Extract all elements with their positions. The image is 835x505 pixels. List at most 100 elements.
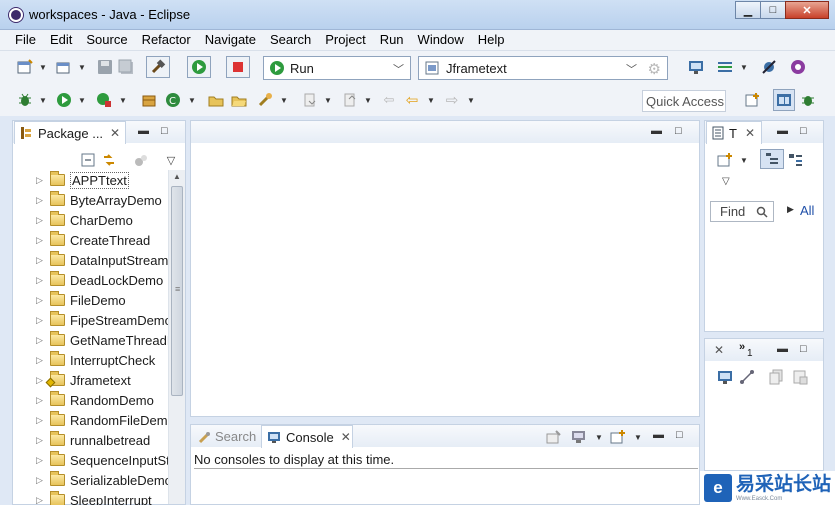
list-item[interactable]: ▷ FileDemo: [13, 290, 126, 310]
terminate-icon[interactable]: [226, 56, 250, 78]
expand-icon[interactable]: ▷: [36, 495, 46, 505]
list-item[interactable]: ▷ APPTtext: [13, 170, 129, 190]
maximize-icon[interactable]: □: [800, 125, 807, 137]
java-perspective-icon[interactable]: [773, 89, 795, 111]
scroll-thumb[interactable]: ≡: [171, 186, 183, 396]
run-dropdown-icon[interactable]: ▼: [78, 96, 86, 105]
display-icon[interactable]: [717, 369, 733, 385]
minimize-icon[interactable]: ▬: [651, 125, 662, 137]
list-item[interactable]: ▷ runnalbetread: [13, 430, 150, 450]
menu-project[interactable]: Project: [318, 30, 372, 50]
menu-edit[interactable]: Edit: [43, 30, 79, 50]
view-menu-icon[interactable]: ▽: [722, 176, 730, 187]
paste-icon[interactable]: [792, 369, 808, 385]
task-dropdown-icon[interactable]: ▼: [740, 63, 748, 72]
new-class-dropdown-icon[interactable]: ▼: [188, 96, 196, 105]
forward-dropdown-icon[interactable]: ▼: [467, 96, 475, 105]
expand-icon[interactable]: ▷: [36, 295, 46, 306]
close-icon[interactable]: ✕: [745, 126, 755, 140]
back-dropdown-icon[interactable]: ▼: [427, 96, 435, 105]
coverage-icon[interactable]: [96, 92, 112, 108]
find-input[interactable]: Find: [710, 201, 774, 222]
run-last-icon[interactable]: [56, 92, 72, 108]
prev-annotation-dropdown-icon[interactable]: ▼: [364, 96, 372, 105]
expand-icon[interactable]: ▷: [36, 255, 46, 266]
git-icon[interactable]: [790, 59, 806, 75]
expand-icon[interactable]: ▷: [36, 395, 46, 406]
open-console-dropdown-icon[interactable]: ▼: [634, 433, 642, 442]
new-package-icon[interactable]: [141, 92, 157, 108]
open-task-dropdown-icon[interactable]: ▼: [280, 96, 288, 105]
list-item[interactable]: ▷ SequenceInputStre: [13, 450, 181, 470]
list-item[interactable]: ▷ ByteArrayDemo: [13, 190, 162, 210]
minimize-icon[interactable]: ▬: [653, 429, 664, 441]
maximize-icon[interactable]: □: [676, 429, 683, 441]
coverage-dropdown-icon[interactable]: ▼: [119, 96, 127, 105]
run-configuration-combo[interactable]: Run ﹀: [263, 56, 411, 80]
list-item[interactable]: ▷ FipeStreamDemo: [13, 310, 172, 330]
close-icon[interactable]: ✕: [341, 430, 351, 444]
copy-icon[interactable]: [769, 369, 785, 385]
build-hammer-icon[interactable]: [146, 56, 170, 78]
open-console-icon[interactable]: [610, 429, 626, 445]
expand-icon[interactable]: ▷: [36, 335, 46, 346]
maximize-icon[interactable]: □: [675, 125, 682, 137]
all-link[interactable]: All: [800, 203, 814, 218]
expand-icon[interactable]: ▷: [36, 195, 46, 206]
menu-refactor[interactable]: Refactor: [135, 30, 198, 50]
open-perspective-icon[interactable]: [745, 92, 761, 108]
scheduled-icon[interactable]: [788, 152, 804, 168]
menu-run[interactable]: Run: [373, 30, 411, 50]
categorized-icon[interactable]: [760, 149, 784, 169]
minimize-icon[interactable]: ▬: [777, 343, 788, 355]
debug-dropdown-icon[interactable]: ▼: [39, 96, 47, 105]
save-icon[interactable]: [97, 59, 113, 75]
list-item[interactable]: ▷ RandomDemo: [13, 390, 154, 410]
editor-area[interactable]: ▬ □: [190, 120, 700, 417]
expand-icon[interactable]: ▷: [36, 415, 46, 426]
debug-perspective-icon[interactable]: [800, 92, 816, 108]
list-item[interactable]: ▷ SerializableDemo: [13, 470, 172, 490]
list-item[interactable]: ▷ RandomFileDemo: [13, 410, 175, 430]
expand-icon[interactable]: ▷: [36, 475, 46, 486]
maximize-icon[interactable]: □: [800, 343, 807, 355]
list-item[interactable]: ▷ CharDemo: [13, 210, 133, 230]
list-item[interactable]: ▷ InterruptCheck: [13, 350, 155, 370]
overflow-chevron-icon[interactable]: »: [739, 341, 745, 353]
save-all-icon[interactable]: [118, 59, 134, 75]
run-icon[interactable]: [187, 56, 211, 78]
menu-file[interactable]: File: [8, 30, 43, 50]
minimize-icon[interactable]: ▬: [777, 125, 788, 137]
display-console-dropdown-icon[interactable]: ▼: [595, 433, 603, 442]
debug-bug-icon[interactable]: [17, 92, 33, 108]
tab-console[interactable]: Console ✕: [261, 425, 353, 448]
breakpoint-skip-icon[interactable]: [761, 59, 777, 75]
tab-task-list[interactable]: T ✕: [706, 121, 762, 144]
new-dropdown-icon[interactable]: ▼: [39, 63, 47, 72]
launch-target-combo[interactable]: Jframetext ﹀ ⚙: [418, 56, 668, 80]
task-list-icon[interactable]: [717, 59, 733, 75]
expand-icon[interactable]: ▷: [36, 435, 46, 446]
back-arrow-icon[interactable]: ⇦: [404, 92, 420, 109]
focus-icon[interactable]: [133, 152, 149, 168]
hierarchy-icon[interactable]: [739, 369, 755, 385]
vertical-scrollbar[interactable]: ▲ ≡: [168, 170, 185, 504]
menu-window[interactable]: Window: [411, 30, 471, 50]
tab-search[interactable]: Search: [197, 429, 256, 444]
view-menu-icon[interactable]: ▽: [163, 152, 179, 168]
list-item[interactable]: ▷ SleepInterrupt: [13, 490, 152, 505]
list-item[interactable]: ▷ DataInputStreamDe: [13, 250, 185, 270]
expand-icon[interactable]: ▷: [36, 275, 46, 286]
list-item[interactable]: ▷ GetNameThreadDe: [13, 330, 183, 350]
open-folder-icon[interactable]: [231, 92, 247, 108]
presentation-icon[interactable]: [688, 59, 704, 75]
list-item[interactable]: ▷ DeadLockDemo: [13, 270, 163, 290]
new-icon[interactable]: [17, 59, 33, 75]
open-task-icon[interactable]: [257, 92, 273, 108]
new-type-dropdown-icon[interactable]: ▼: [78, 63, 86, 72]
next-annotation-dropdown-icon[interactable]: ▼: [324, 96, 332, 105]
forward-arrow-icon[interactable]: ⇨: [444, 92, 460, 109]
expand-icon[interactable]: ▷: [36, 315, 46, 326]
list-item[interactable]: ▷ CreateThread: [13, 230, 150, 250]
quick-access-input[interactable]: Quick Access: [642, 90, 726, 112]
